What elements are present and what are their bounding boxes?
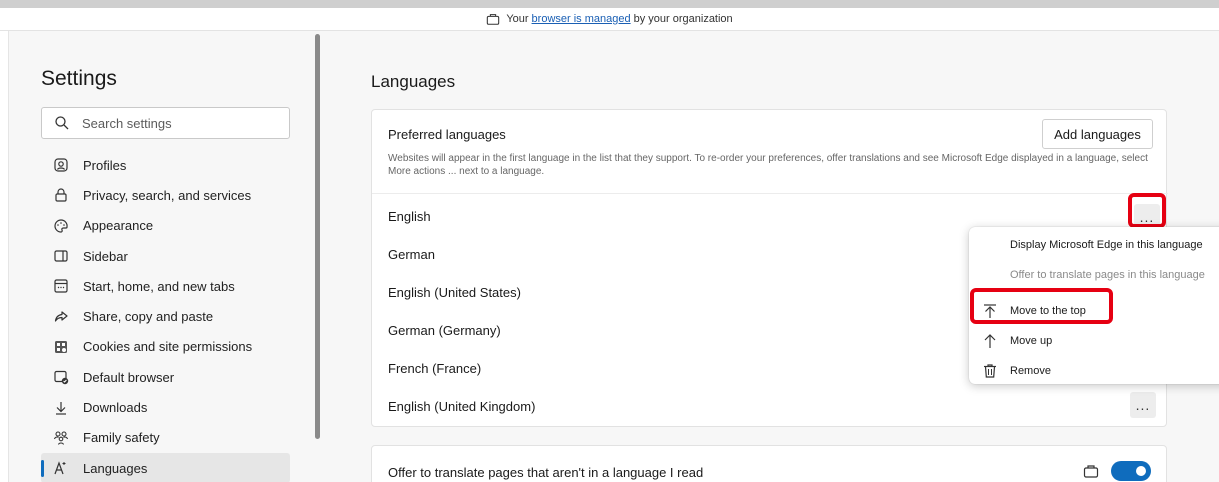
menu-item-remove[interactable]: Remove xyxy=(969,356,1219,386)
preferred-languages-header: Preferred languages Add languages Websit… xyxy=(372,110,1168,194)
trash-icon xyxy=(984,364,996,378)
sidebar-item-privacy[interactable]: Privacy, search, and services xyxy=(41,180,290,210)
sidebar-item-share[interactable]: Share, copy and paste xyxy=(41,301,290,331)
home-tabs-icon xyxy=(54,279,68,293)
search-icon xyxy=(55,116,69,130)
sidebar-item-profiles[interactable]: Profiles xyxy=(41,150,290,180)
managed-browser-bar: Your browser is managed by your organiza… xyxy=(0,8,1219,31)
cookies-icon xyxy=(55,340,67,353)
settings-nav: Profiles Privacy, search, and services A… xyxy=(41,150,290,482)
toggle-knob xyxy=(1136,466,1146,476)
offer-translate-card: Offer to translate pages that aren't in … xyxy=(371,445,1167,482)
sidebar-item-label: Start, home, and new tabs xyxy=(83,278,235,294)
language-name: German xyxy=(388,247,435,262)
add-languages-button[interactable]: Add languages xyxy=(1042,119,1153,149)
search-input[interactable] xyxy=(82,115,282,131)
managed-suffix: by your organization xyxy=(633,13,733,25)
sidebar-item-label: Languages xyxy=(83,460,148,476)
sidebar-item-label: Profiles xyxy=(83,157,127,173)
sidebar-item-languages[interactable]: Languages xyxy=(41,452,290,482)
menu-item-display-edge[interactable]: Display Microsoft Edge in this language xyxy=(969,230,1219,260)
briefcase-icon xyxy=(487,14,500,25)
sidebar-item-downloads[interactable]: Downloads xyxy=(41,392,290,422)
language-row: English (United Kingdom) ... xyxy=(372,388,1168,426)
more-actions-button[interactable]: ... xyxy=(1130,392,1156,418)
settings-title: Settings xyxy=(41,67,117,90)
arrow-up-icon xyxy=(984,334,996,348)
sidebar-item-cookies[interactable]: Cookies and site permissions xyxy=(41,332,290,362)
offer-translate-label: Offer to translate pages that aren't in … xyxy=(388,465,704,480)
language-name: German (Germany) xyxy=(388,323,501,338)
sidebar-item-label: Default browser xyxy=(83,369,175,385)
sidebar-item-label: Downloads xyxy=(83,400,148,416)
menu-item-offer-translate: Offer to translate pages in this languag… xyxy=(969,260,1219,290)
highlight-more-actions xyxy=(1128,193,1166,228)
sidebar-item-family-safety[interactable]: Family safety xyxy=(41,423,290,453)
language-name: English (United States) xyxy=(388,285,521,300)
sidebar-icon xyxy=(54,250,68,262)
share-icon xyxy=(54,311,68,322)
window-top-border xyxy=(0,0,1219,8)
sidebar-item-start-home-tabs[interactable]: Start, home, and new tabs xyxy=(41,271,290,301)
sidebar-item-label: Sidebar xyxy=(83,248,128,264)
sidebar-item-appearance[interactable]: Appearance xyxy=(41,211,290,241)
sidebar-item-default-browser[interactable]: Default browser xyxy=(41,362,290,392)
browser-managed-link[interactable]: browser is managed xyxy=(532,13,631,25)
sidebar-item-label: Share, copy and paste xyxy=(83,309,214,325)
search-box[interactable] xyxy=(41,107,290,139)
language-name: English xyxy=(388,209,431,224)
default-browser-icon xyxy=(54,371,69,385)
lock-icon xyxy=(55,188,67,203)
menu-item-label: Offer to translate pages in this languag… xyxy=(1010,269,1205,281)
offer-translate-toggle[interactable] xyxy=(1111,461,1151,481)
sidebar-item-label: Privacy, search, and services xyxy=(83,187,252,203)
menu-item-label: Display Microsoft Edge in this language xyxy=(1010,239,1203,251)
preferred-languages-title: Preferred languages xyxy=(388,127,506,142)
window-left-edge xyxy=(0,31,9,482)
menu-item-label: Remove xyxy=(1010,365,1051,377)
menu-item-label: Move up xyxy=(1010,335,1053,347)
menu-item-move-up[interactable]: Move up xyxy=(969,326,1219,356)
managed-prefix: Your xyxy=(506,13,529,25)
briefcase-icon xyxy=(1083,465,1099,478)
sidebar-item-sidebar[interactable]: Sidebar xyxy=(41,241,290,271)
highlight-move-to-top xyxy=(970,288,1113,324)
profile-icon xyxy=(54,158,68,172)
appearance-icon xyxy=(54,219,68,233)
language-name: English (United Kingdom) xyxy=(388,399,536,414)
download-icon xyxy=(56,401,66,415)
sidebar-item-label: Appearance xyxy=(83,218,154,234)
preferred-languages-description: Websites will appear in the first langua… xyxy=(388,153,1148,177)
sidebar-item-label: Cookies and site permissions xyxy=(83,339,253,355)
sidebar-item-label: Family safety xyxy=(83,430,160,446)
sidebar-scrollbar[interactable] xyxy=(315,34,320,439)
page-title: Languages xyxy=(371,72,456,91)
languages-icon xyxy=(54,461,66,475)
family-icon xyxy=(53,431,69,445)
language-name: French (France) xyxy=(388,361,482,376)
